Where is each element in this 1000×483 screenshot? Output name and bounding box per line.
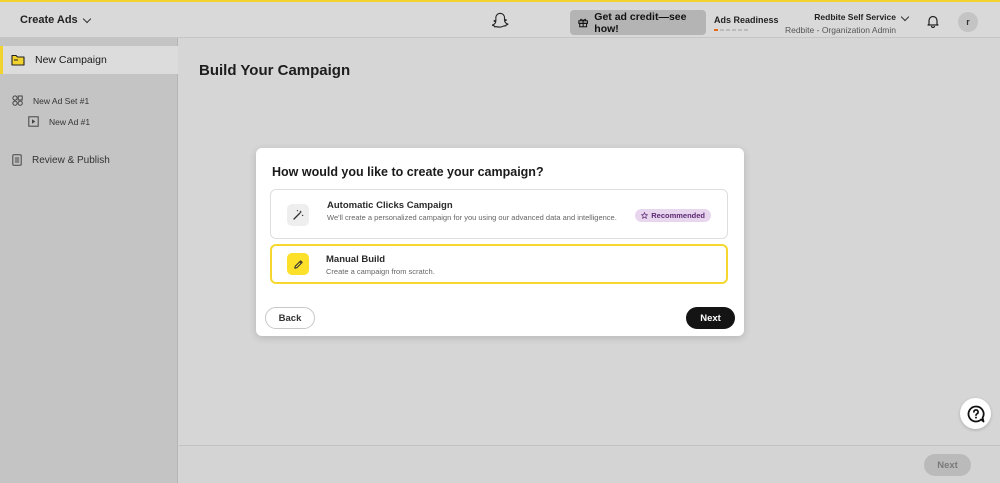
recommended-badge: Recommended (635, 209, 711, 222)
account-name: Redbite Self Service (814, 12, 896, 22)
create-ads-label: Create Ads (20, 14, 78, 26)
ads-readiness-label: Ads Readiness (714, 15, 779, 25)
option-automatic-clicks-campaign[interactable]: Automatic Clicks Campaign We'll create a… (270, 189, 728, 239)
sidebar-item-label: New Ad #1 (49, 116, 91, 127)
review-icon (12, 154, 22, 166)
pencil-icon (287, 253, 309, 275)
sidebar-item-new-campaign[interactable]: New Campaign (0, 46, 178, 74)
back-button[interactable]: Back (265, 307, 315, 329)
sidebar-item-label: New Campaign (35, 54, 107, 66)
footer-next-button[interactable]: Next (924, 454, 971, 476)
sidebar: New Campaign New Ad Set #1 New Ad #1 Rev… (0, 38, 178, 483)
option-title: Manual Build (326, 254, 386, 265)
bell-icon[interactable] (926, 14, 940, 28)
create-campaign-dialog: How would you like to create your campai… (256, 148, 744, 336)
ads-readiness[interactable]: Ads Readiness (714, 15, 779, 31)
account-switcher[interactable]: Redbite Self Service Redbite - Organizat… (785, 12, 896, 35)
snapchat-ghost-icon[interactable] (491, 11, 509, 30)
magic-wand-icon (287, 204, 309, 226)
ad-credit-button[interactable]: Get ad credit—see how! (570, 10, 706, 35)
footer-bar: Next (179, 445, 1000, 483)
option-title: Automatic Clicks Campaign (327, 200, 453, 211)
sidebar-item-label: New Ad Set #1 (33, 95, 90, 106)
adset-icon (12, 95, 23, 106)
sidebar-item-new-ad-set[interactable]: New Ad Set #1 (12, 95, 89, 106)
ad-credit-label: Get ad credit—see how! (594, 10, 687, 35)
option-manual-build[interactable]: Manual Build Create a campaign from scra… (270, 244, 728, 284)
account-chevron-down-icon[interactable] (900, 12, 910, 22)
badge-label: Recommended (651, 211, 705, 220)
option-description: We'll create a personalized campaign for… (327, 213, 617, 222)
page-title: Build Your Campaign (199, 62, 351, 79)
option-description: Create a campaign from scratch. (326, 267, 435, 276)
ad-icon (28, 116, 39, 127)
dialog-title: How would you like to create your campai… (272, 165, 544, 179)
gift-icon (578, 18, 588, 28)
star-icon (641, 212, 649, 219)
top-bar: Create Ads Get ad credit—see how! Ads Re… (0, 0, 1000, 38)
help-button[interactable] (960, 398, 991, 429)
help-icon (967, 405, 985, 422)
avatar[interactable]: r (958, 12, 978, 32)
folder-icon (11, 54, 25, 66)
next-button[interactable]: Next (686, 307, 735, 329)
sidebar-item-review-publish[interactable]: Review & Publish (12, 154, 110, 166)
create-ads-menu[interactable]: Create Ads (20, 14, 91, 26)
sidebar-item-label: Review & Publish (32, 154, 110, 166)
chevron-down-icon (82, 14, 91, 23)
account-role: Redbite - Organization Admin (784, 25, 896, 35)
sidebar-item-new-ad[interactable]: New Ad #1 (28, 116, 90, 127)
readiness-progress-bar (714, 29, 779, 31)
